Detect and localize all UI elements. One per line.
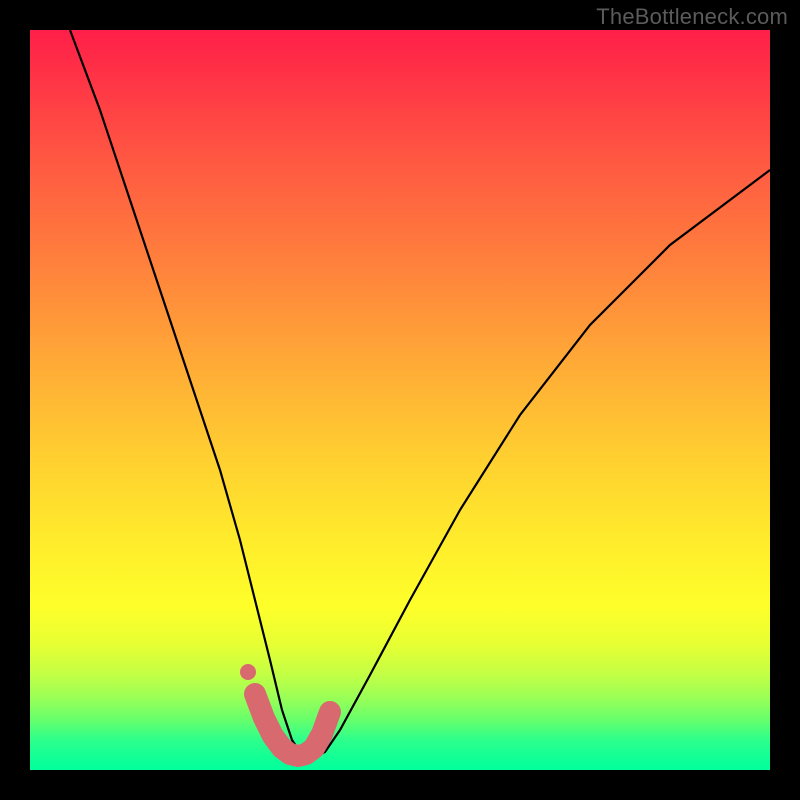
watermark-text: TheBottleneck.com xyxy=(596,4,788,30)
marker-band xyxy=(255,694,330,756)
bottleneck-curve xyxy=(70,30,770,758)
chart-frame: TheBottleneck.com xyxy=(0,0,800,800)
marker-band-path xyxy=(255,694,330,756)
marker-outlier xyxy=(240,664,256,680)
bottleneck-curve-svg xyxy=(30,30,770,770)
plot-area xyxy=(30,30,770,770)
